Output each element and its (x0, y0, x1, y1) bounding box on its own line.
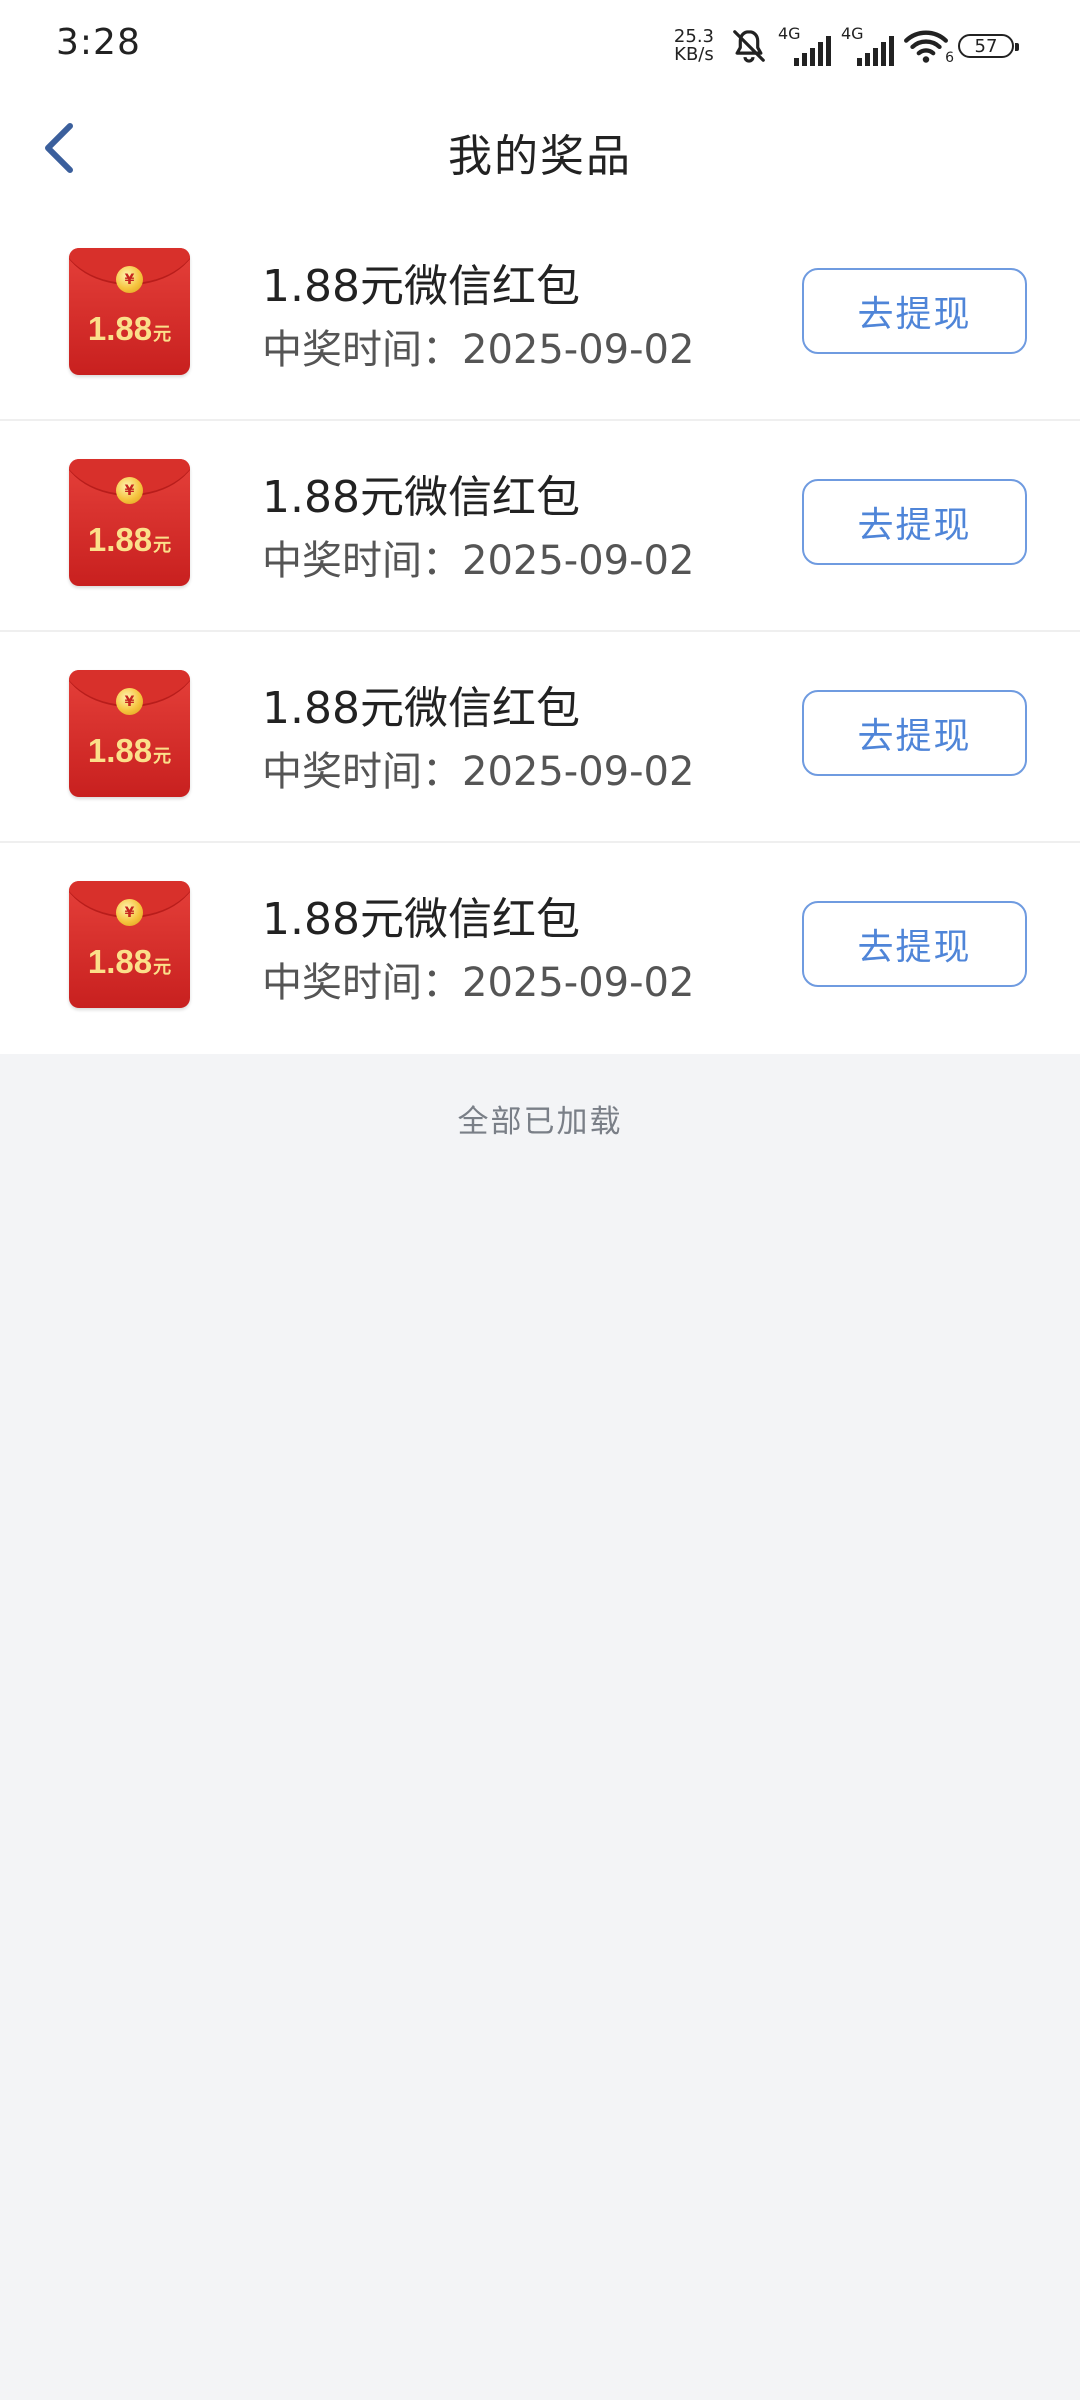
mute-bell-icon (730, 24, 768, 68)
red-packet-amount: 1.88元 (87, 732, 172, 769)
coin-icon: ¥ (116, 477, 143, 504)
prize-name: 1.88元微信红包 (262, 261, 580, 312)
wifi-badge: 6 (945, 50, 954, 66)
prize-list: ¥ 1.88元 1.88元微信红包 中奖时间：2025-09-02 去提现 ¥ … (0, 210, 1080, 1054)
prize-list-item: ¥ 1.88元 1.88元微信红包 中奖时间：2025-09-02 去提现 (0, 421, 1080, 632)
signal-icon-sim2: 4G (841, 24, 894, 66)
coin-icon: ¥ (116, 266, 143, 293)
sim1-network-type: 4G (778, 24, 801, 43)
sim2-network-type: 4G (841, 24, 864, 43)
prize-list-item: ¥ 1.88元 1.88元微信红包 中奖时间：2025-09-02 去提现 (0, 632, 1080, 843)
battery-icon: 57 (958, 34, 1019, 58)
signal-icon-sim1: 4G (778, 24, 831, 66)
withdraw-button[interactable]: 去提现 (802, 268, 1027, 354)
wifi-icon: 6 (904, 24, 954, 68)
status-icons: 25.3 KB/s 4G 4G 6 57 (674, 24, 1019, 68)
red-packet-icon: ¥ 1.88元 (69, 248, 190, 375)
prize-list-item: ¥ 1.88元 1.88元微信红包 中奖时间：2025-09-02 去提现 (0, 210, 1080, 421)
battery-level: 57 (974, 35, 998, 57)
red-packet-amount: 1.88元 (87, 310, 172, 347)
prize-name: 1.88元微信红包 (262, 894, 580, 945)
prize-name: 1.88元微信红包 (262, 472, 580, 523)
withdraw-button[interactable]: 去提现 (802, 690, 1027, 776)
coin-icon: ¥ (116, 899, 143, 926)
prize-name: 1.88元微信红包 (262, 683, 580, 734)
withdraw-button[interactable]: 去提现 (802, 901, 1027, 987)
all-loaded-text: 全部已加载 (457, 1104, 623, 1140)
prize-win-time: 中奖时间：2025-09-02 (262, 538, 695, 584)
network-speed-unit: KB/s (674, 44, 714, 65)
red-packet-icon: ¥ 1.88元 (69, 459, 190, 586)
red-packet-amount: 1.88元 (87, 943, 172, 980)
network-speed: 25.3 KB/s (674, 28, 714, 64)
coin-icon: ¥ (116, 688, 143, 715)
status-bar: 3:28 25.3 KB/s 4G 4G 6 57 (0, 0, 1080, 90)
status-time: 3:28 (56, 22, 141, 63)
red-packet-amount: 1.88元 (87, 521, 172, 558)
prize-list-item: ¥ 1.88元 1.88元微信红包 中奖时间：2025-09-02 去提现 (0, 843, 1080, 1054)
header: 我的奖品 (0, 90, 1080, 210)
prize-win-time: 中奖时间：2025-09-02 (262, 327, 695, 373)
withdraw-button[interactable]: 去提现 (802, 479, 1027, 565)
prize-win-time: 中奖时间：2025-09-02 (262, 749, 695, 795)
red-packet-icon: ¥ 1.88元 (69, 881, 190, 1008)
red-packet-icon: ¥ 1.88元 (69, 670, 190, 797)
prize-win-time: 中奖时间：2025-09-02 (262, 960, 695, 1006)
page-title: 我的奖品 (448, 131, 632, 182)
